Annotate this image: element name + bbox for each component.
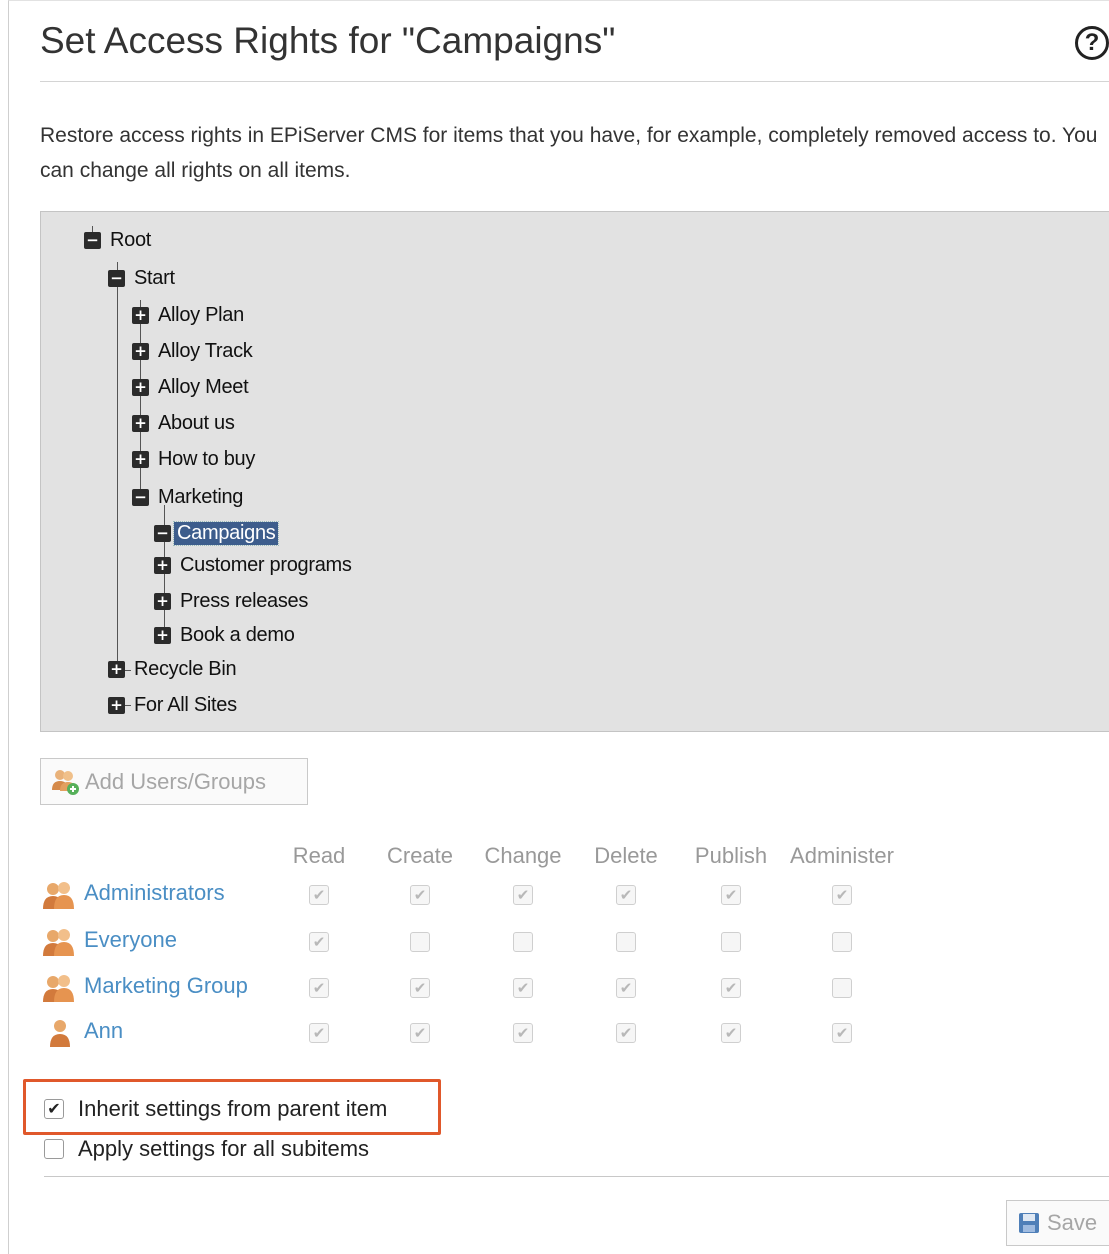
save-button[interactable]: Save xyxy=(1006,1200,1109,1246)
tree-node-label[interactable]: Recycle Bin xyxy=(134,658,237,681)
column-header-change: Change xyxy=(484,843,562,868)
add-users-groups-label: Add Users/Groups xyxy=(85,768,266,794)
collapse-icon[interactable]: − xyxy=(108,269,125,287)
expand-icon[interactable]: + xyxy=(108,696,125,714)
bottom-divider xyxy=(44,1176,1109,1177)
expand-icon[interactable]: + xyxy=(132,414,149,432)
right-checkbox-read[interactable]: ✔ xyxy=(309,978,329,998)
column-header-create: Create xyxy=(386,843,454,868)
expand-icon[interactable]: + xyxy=(154,592,171,610)
tree-node-root[interactable]: − Root xyxy=(84,228,151,252)
right-checkbox-delete[interactable]: ✔ xyxy=(616,885,636,905)
tree-node-label[interactable]: Marketing xyxy=(158,486,243,509)
right-checkbox-delete[interactable]: ✔ xyxy=(616,1023,636,1043)
inherit-settings-option[interactable]: ✔ Inherit settings from parent item xyxy=(44,1096,387,1122)
expand-icon[interactable]: + xyxy=(108,660,125,678)
right-checkbox-delete[interactable]: ✔ xyxy=(616,978,636,998)
tree-node-alloy-plan[interactable]: + Alloy Plan xyxy=(132,303,244,327)
column-header-publish: Publish xyxy=(694,843,768,868)
collapse-icon[interactable]: − xyxy=(154,524,171,542)
page-title: Set Access Rights for "Campaigns" xyxy=(40,20,616,61)
tree-node-for-all-sites[interactable]: + For All Sites xyxy=(108,693,237,717)
right-checkbox-publish[interactable]: ✔ xyxy=(721,885,741,905)
save-icon xyxy=(1019,1213,1039,1233)
page-description: Restore access rights in EPiServer CMS f… xyxy=(40,124,1098,182)
tree-node-book-a-demo[interactable]: + Book a demo xyxy=(154,623,295,647)
add-users-icon xyxy=(52,769,79,795)
right-checkbox-publish[interactable]: ✔ xyxy=(721,1023,741,1043)
expand-icon[interactable]: + xyxy=(132,450,149,468)
title-divider xyxy=(40,81,1109,82)
right-checkbox-read[interactable]: ✔ xyxy=(309,932,329,952)
right-checkbox-publish[interactable]: ✔ xyxy=(721,978,741,998)
group-icon xyxy=(43,929,74,956)
content-tree: − Root − Start + Alloy Plan + Alloy Trac… xyxy=(40,211,1109,732)
tree-node-label[interactable]: Alloy Plan xyxy=(158,304,244,327)
group-icon xyxy=(43,975,74,1002)
right-checkbox-read[interactable]: ✔ xyxy=(309,1023,329,1043)
tree-node-label[interactable]: How to buy xyxy=(158,448,255,471)
tree-node-label[interactable]: Book a demo xyxy=(180,624,295,647)
collapse-icon[interactable]: − xyxy=(84,231,101,249)
expand-icon[interactable]: + xyxy=(154,556,171,574)
tree-node-label[interactable]: Alloy Meet xyxy=(158,376,249,399)
right-checkbox-read[interactable]: ✔ xyxy=(309,885,329,905)
tree-node-campaigns[interactable]: − Campaigns xyxy=(154,520,280,546)
right-checkbox-administer[interactable] xyxy=(832,978,852,998)
expand-icon[interactable]: + xyxy=(154,626,171,644)
tree-node-label[interactable]: Start xyxy=(134,267,175,290)
tree-node-label[interactable]: Press releases xyxy=(180,590,308,613)
right-checkbox-create[interactable] xyxy=(410,932,430,952)
right-checkbox-change[interactable] xyxy=(513,932,533,952)
save-label: Save xyxy=(1047,1210,1098,1235)
expand-icon[interactable]: + xyxy=(132,342,149,360)
right-checkbox-administer[interactable] xyxy=(832,932,852,952)
right-checkbox-change[interactable]: ✔ xyxy=(513,1023,533,1043)
principal-name[interactable]: Marketing Group xyxy=(84,973,248,999)
apply-subitems-option[interactable]: Apply settings for all subitems xyxy=(44,1136,369,1162)
group-icon xyxy=(43,882,74,909)
tree-node-about-us[interactable]: + About us xyxy=(132,411,235,435)
tree-node-how-to-buy[interactable]: + How to buy xyxy=(132,447,255,471)
right-checkbox-create[interactable]: ✔ xyxy=(410,1023,430,1043)
help-icon[interactable]: ? xyxy=(1075,26,1109,60)
tree-node-label[interactable]: Root xyxy=(110,229,151,252)
apply-subitems-checkbox[interactable] xyxy=(44,1139,64,1159)
tree-node-alloy-meet[interactable]: + Alloy Meet xyxy=(132,375,249,399)
principal-name[interactable]: Ann xyxy=(84,1018,123,1044)
expand-icon[interactable]: + xyxy=(132,378,149,396)
tree-node-label[interactable]: About us xyxy=(158,412,235,435)
right-checkbox-create[interactable]: ✔ xyxy=(410,978,430,998)
inherit-settings-checkbox[interactable]: ✔ xyxy=(44,1099,64,1119)
column-header-administer: Administer xyxy=(790,843,894,868)
tree-node-recycle-bin[interactable]: + Recycle Bin xyxy=(108,657,237,681)
tree-node-label[interactable]: Customer programs xyxy=(180,554,352,577)
tree-node-label[interactable]: Campaigns xyxy=(172,520,280,546)
right-checkbox-administer[interactable]: ✔ xyxy=(832,885,852,905)
collapse-icon[interactable]: − xyxy=(132,488,149,506)
tree-node-label[interactable]: For All Sites xyxy=(134,694,237,717)
tree-node-alloy-track[interactable]: + Alloy Track xyxy=(132,339,253,363)
add-users-groups-button[interactable]: Add Users/Groups xyxy=(40,758,308,805)
right-checkbox-publish[interactable] xyxy=(721,932,741,952)
right-checkbox-administer[interactable]: ✔ xyxy=(832,1023,852,1043)
principal-name[interactable]: Everyone xyxy=(84,927,177,953)
tree-node-marketing[interactable]: − Marketing xyxy=(132,485,243,509)
inherit-settings-label: Inherit settings from parent item xyxy=(78,1096,388,1121)
right-checkbox-delete[interactable] xyxy=(616,932,636,952)
column-header-delete: Delete xyxy=(594,843,658,868)
column-header-read: Read xyxy=(292,843,346,868)
tree-node-label[interactable]: Alloy Track xyxy=(158,340,253,363)
tree-node-press-releases[interactable]: + Press releases xyxy=(154,589,308,613)
right-checkbox-create[interactable]: ✔ xyxy=(410,885,430,905)
apply-subitems-label: Apply settings for all subitems xyxy=(78,1136,370,1161)
right-checkbox-change[interactable]: ✔ xyxy=(513,978,533,998)
tree-node-customer-programs[interactable]: + Customer programs xyxy=(154,553,352,577)
principal-name[interactable]: Administrators xyxy=(84,880,225,906)
right-checkbox-change[interactable]: ✔ xyxy=(513,885,533,905)
expand-icon[interactable]: + xyxy=(132,306,149,324)
tree-node-start[interactable]: − Start xyxy=(108,266,175,290)
user-icon xyxy=(50,1020,70,1047)
